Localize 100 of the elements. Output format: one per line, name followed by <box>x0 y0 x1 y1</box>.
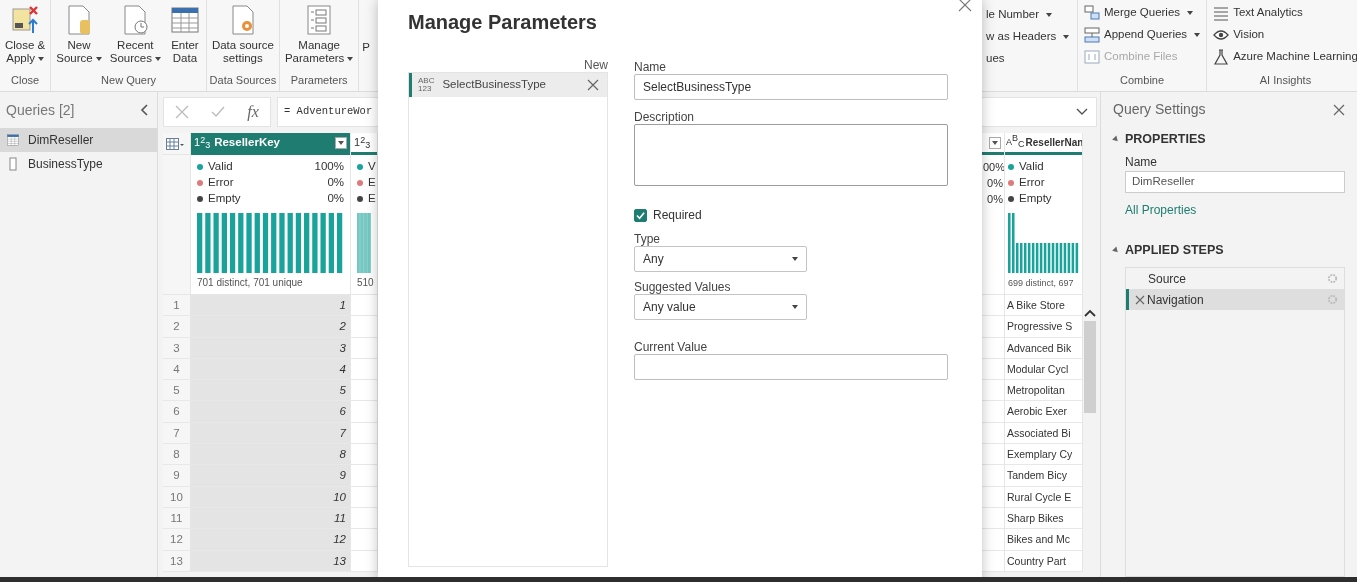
close-icon[interactable] <box>958 0 972 12</box>
stat-value: 100% <box>314 159 344 175</box>
table-cell: 1 <box>191 295 350 317</box>
ribbon-button[interactable]: Merge Queries <box>1080 2 1198 24</box>
table-cell: 2 <box>191 316 350 338</box>
table-cell: Tandem Bicy <box>1005 465 1082 487</box>
table-cell: 10 <box>191 486 350 508</box>
combine-files-icon <box>1084 49 1100 65</box>
table-cell: Modular Cycl <box>1005 358 1082 381</box>
ribbon-button[interactable]: le Number <box>982 4 1057 26</box>
table-cell: 5 <box>191 380 350 402</box>
table-cell: 9 <box>191 465 350 487</box>
table-cell: Metropolitan <box>1005 380 1082 402</box>
expand-icon[interactable] <box>1076 108 1088 116</box>
append-icon <box>1084 27 1100 43</box>
step-item[interactable]: Source <box>1126 268 1344 290</box>
checkbox-label: Required <box>653 207 702 224</box>
ribbon-button[interactable]: ues <box>982 48 1009 70</box>
section-heading: APPLIED STEPS <box>1125 241 1224 259</box>
filter-dropdown[interactable] <box>335 136 347 149</box>
table-icon <box>168 4 201 36</box>
field-label: Name <box>1125 153 1158 171</box>
table-cell: Associated Bi <box>1005 422 1082 445</box>
dialog-title: Manage Parameters <box>408 10 598 34</box>
distinct-count: 701 distinct, 701 unique <box>197 276 304 290</box>
field-label: Name <box>634 59 667 74</box>
stat-label: V <box>368 159 376 175</box>
table-icon <box>6 133 20 147</box>
ribbon-button[interactable]: Azure Machine Learning <box>1209 46 1357 68</box>
histogram-drawing <box>1008 213 1079 273</box>
current-value-field[interactable] <box>634 354 948 380</box>
collapse-icon[interactable] <box>140 104 149 116</box>
type-dropdown[interactable]: Any <box>634 246 807 272</box>
group-label: New Query <box>100 73 158 88</box>
table-cell: Rural Cycle E <box>1005 486 1082 508</box>
caret-icon <box>1063 35 1070 39</box>
stat-label: Error <box>208 175 234 191</box>
scroll-up-icon[interactable] <box>1084 309 1096 317</box>
ribbon-button[interactable]: New Source <box>53 0 105 65</box>
table-menu-icon[interactable] <box>166 137 184 150</box>
ribbon-button[interactable]: Close & Apply <box>2 0 49 65</box>
group-label: AI Insights <box>1258 73 1313 88</box>
table-cell: Sharp Bikes <box>1005 507 1082 530</box>
eye-icon <box>1213 27 1230 43</box>
delete-icon[interactable] <box>587 79 599 91</box>
required-checkbox[interactable] <box>634 208 647 222</box>
row-number: 5 <box>163 380 190 402</box>
collapse-icon[interactable] <box>1112 246 1120 254</box>
ribbon-button[interactable]: Text Analytics <box>1209 2 1307 24</box>
name-field[interactable]: SelectBusinessType <box>634 74 948 100</box>
suggested-values-dropdown[interactable]: Any value <box>634 294 807 320</box>
filter-dropdown[interactable] <box>989 136 1001 149</box>
distinct-count: 510 <box>357 276 371 290</box>
check-icon[interactable] <box>211 105 226 119</box>
description-field[interactable] <box>634 124 948 186</box>
histogram-drawing <box>357 213 371 273</box>
ribbon-button[interactable]: Append Queries <box>1080 24 1205 46</box>
group-label: Combine <box>1119 73 1166 88</box>
table-cell: Progressive S <box>1005 316 1082 338</box>
ribbon-button[interactable]: w as Headers <box>982 26 1074 48</box>
delete-icon[interactable] <box>1133 294 1147 305</box>
table-cell: Bikes and Mc <box>1005 529 1082 551</box>
parameter-icon <box>6 157 20 171</box>
query-item[interactable]: BusinessType <box>0 152 157 176</box>
group-label: Parameters <box>289 73 349 88</box>
ribbon-button[interactable]: Recent Sources <box>106 0 164 65</box>
row-number: 1 <box>163 295 190 317</box>
stat-label: Valid <box>1019 159 1044 175</box>
ribbon-button[interactable]: P <box>359 0 374 91</box>
table-cell: A Bike Store <box>1005 295 1082 317</box>
formula-button[interactable]: fx <box>247 100 259 124</box>
row-number: 2 <box>163 316 190 338</box>
distinct-count: 699 distinct, 697 <box>1008 276 1075 290</box>
ribbon-button[interactable]: Manage Parameters <box>281 0 357 65</box>
all-properties-link[interactable]: All Properties <box>1125 200 1345 219</box>
step-item[interactable]: Navigation <box>1126 289 1344 311</box>
new-button[interactable]: New <box>584 56 608 72</box>
close-icon[interactable] <box>1333 103 1345 116</box>
field-label: Type <box>634 231 661 246</box>
table-cell: 7 <box>191 422 350 445</box>
row-number: 10 <box>163 486 190 508</box>
scrollbar-thumb[interactable] <box>1084 321 1096 413</box>
table-cell: 13 <box>191 550 350 572</box>
merge-icon <box>1084 5 1100 21</box>
field-label: Suggested Values <box>634 279 732 294</box>
ribbon-button[interactable]: Enter Data <box>165 0 204 65</box>
row-number: 11 <box>163 507 190 530</box>
caret-icon <box>1046 13 1053 17</box>
ribbon-button[interactable]: Data source settings <box>208 0 277 65</box>
field-label: Current Value <box>634 339 709 354</box>
row-number: 3 <box>163 337 190 359</box>
query-item[interactable]: DimReseller <box>0 128 157 152</box>
pane-title: Query Settings <box>1113 100 1206 120</box>
column-header[interactable]: 1$^{2}$$_{3}$ ResellerKey <box>191 133 350 155</box>
name-field[interactable]: DimReseller <box>1125 170 1345 193</box>
row-number: 12 <box>163 529 190 551</box>
table-cell: 6 <box>191 401 350 423</box>
ribbon-button[interactable]: Vision <box>1209 24 1269 46</box>
pane-title: Queries [2] <box>6 100 75 120</box>
stat-value: 0% <box>327 191 344 207</box>
